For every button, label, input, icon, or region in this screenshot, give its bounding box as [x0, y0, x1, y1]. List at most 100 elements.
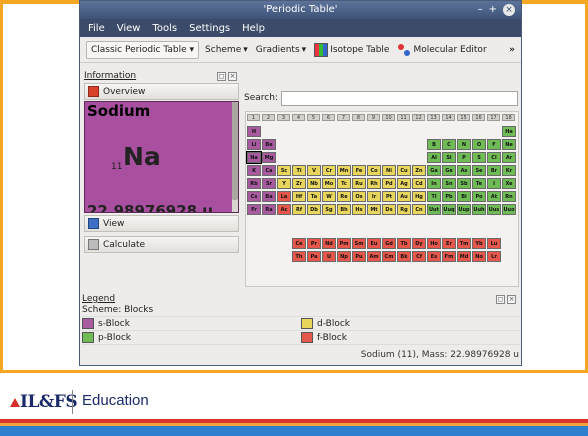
group-label[interactable]: 15: [457, 114, 470, 121]
menu-view[interactable]: View: [117, 23, 141, 34]
element-np[interactable]: Np: [337, 251, 351, 262]
element-ce[interactable]: Ce: [292, 238, 306, 249]
element-eu[interactable]: Eu: [367, 238, 381, 249]
element-pd[interactable]: Pd: [382, 178, 396, 189]
element-f[interactable]: F: [487, 139, 501, 150]
group-label[interactable]: 7: [337, 114, 350, 121]
calculate-button[interactable]: Calculate: [84, 236, 239, 253]
element-c[interactable]: C: [442, 139, 456, 150]
element-la[interactable]: La: [277, 191, 291, 202]
element-be[interactable]: Be: [262, 139, 276, 150]
element-uus[interactable]: Uus: [487, 204, 501, 215]
element-lu[interactable]: Lu: [487, 238, 501, 249]
element-rh[interactable]: Rh: [367, 178, 381, 189]
element-nb[interactable]: Nb: [307, 178, 321, 189]
element-no[interactable]: No: [472, 251, 486, 262]
minimize-button[interactable]: –: [478, 1, 483, 19]
element-sm[interactable]: Sm: [352, 238, 366, 249]
group-label[interactable]: 8: [352, 114, 365, 121]
group-label[interactable]: 13: [427, 114, 440, 121]
element-xe[interactable]: Xe: [502, 178, 516, 189]
group-label[interactable]: 16: [472, 114, 485, 121]
element-ir[interactable]: Ir: [367, 191, 381, 202]
element-bi[interactable]: Bi: [457, 191, 471, 202]
element-w[interactable]: W: [322, 191, 336, 202]
element-ar[interactable]: Ar: [502, 152, 516, 163]
group-label[interactable]: 3: [277, 114, 290, 121]
element-in[interactable]: In: [427, 178, 441, 189]
maximize-button[interactable]: +: [489, 1, 497, 19]
element-s[interactable]: S: [472, 152, 486, 163]
element-br[interactable]: Br: [487, 165, 501, 176]
element-pt[interactable]: Pt: [382, 191, 396, 202]
element-ba[interactable]: Ba: [262, 191, 276, 202]
element-sn[interactable]: Sn: [442, 178, 456, 189]
group-label[interactable]: 14: [442, 114, 455, 121]
group-label[interactable]: 1: [247, 114, 260, 121]
element-pu[interactable]: Pu: [352, 251, 366, 262]
element-os[interactable]: Os: [352, 191, 366, 202]
element-ru[interactable]: Ru: [352, 178, 366, 189]
scrollbar-thumb[interactable]: [232, 102, 238, 200]
element-ni[interactable]: Ni: [382, 165, 396, 176]
element-db[interactable]: Db: [307, 204, 321, 215]
element-ca[interactable]: Ca: [262, 165, 276, 176]
element-tl[interactable]: Tl: [427, 191, 441, 202]
element-rn[interactable]: Rn: [502, 191, 516, 202]
element-nd[interactable]: Nd: [322, 238, 336, 249]
element-ta[interactable]: Ta: [307, 191, 321, 202]
element-mn[interactable]: Mn: [337, 165, 351, 176]
element-uut[interactable]: Uut: [427, 204, 441, 215]
toolbar-overflow-button[interactable]: »: [509, 45, 515, 55]
close-icon[interactable]: ×: [507, 294, 516, 304]
element-uuo[interactable]: Uuo: [502, 204, 516, 215]
element-tb[interactable]: Tb: [397, 238, 411, 249]
element-se[interactable]: Se: [472, 165, 486, 176]
element-pb[interactable]: Pb: [442, 191, 456, 202]
element-te[interactable]: Te: [472, 178, 486, 189]
element-re[interactable]: Re: [337, 191, 351, 202]
close-button[interactable]: ×: [503, 4, 515, 16]
group-label[interactable]: 11: [397, 114, 410, 121]
element-b[interactable]: B: [427, 139, 441, 150]
element-zr[interactable]: Zr: [292, 178, 306, 189]
element-h[interactable]: H: [247, 126, 261, 137]
element-er[interactable]: Er: [442, 238, 456, 249]
element-uuq[interactable]: Uuq: [442, 204, 456, 215]
element-sb[interactable]: Sb: [457, 178, 471, 189]
element-o[interactable]: O: [472, 139, 486, 150]
group-label[interactable]: 6: [322, 114, 335, 121]
menu-help[interactable]: Help: [242, 23, 265, 34]
view-button[interactable]: View: [84, 215, 239, 232]
element-fm[interactable]: Fm: [442, 251, 456, 262]
element-am[interactable]: Am: [367, 251, 381, 262]
element-uuh[interactable]: Uuh: [472, 204, 486, 215]
element-rf[interactable]: Rf: [292, 204, 306, 215]
element-ds[interactable]: Ds: [382, 204, 396, 215]
element-zn[interactable]: Zn: [412, 165, 426, 176]
element-n[interactable]: N: [457, 139, 471, 150]
element-gd[interactable]: Gd: [382, 238, 396, 249]
float-icon[interactable]: ◻: [217, 71, 226, 81]
group-label[interactable]: 12: [412, 114, 425, 121]
element-ne[interactable]: Ne: [502, 139, 516, 150]
search-input[interactable]: [280, 90, 518, 106]
close-icon[interactable]: ×: [228, 71, 237, 81]
scheme-button[interactable]: Scheme ▾: [203, 45, 250, 55]
element-th[interactable]: Th: [292, 251, 306, 262]
element-bk[interactable]: Bk: [397, 251, 411, 262]
element-hg[interactable]: Hg: [412, 191, 426, 202]
table-type-select[interactable]: Classic Periodic Table ▾: [86, 40, 200, 59]
element-u[interactable]: U: [322, 251, 336, 262]
element-mg[interactable]: Mg: [262, 152, 276, 163]
element-i[interactable]: I: [487, 178, 501, 189]
group-label[interactable]: 17: [487, 114, 500, 121]
element-fr[interactable]: Fr: [247, 204, 261, 215]
element-es[interactable]: Es: [427, 251, 441, 262]
element-y[interactable]: Y: [277, 178, 291, 189]
element-uup[interactable]: Uup: [457, 204, 471, 215]
element-lr[interactable]: Lr: [487, 251, 501, 262]
element-pr[interactable]: Pr: [307, 238, 321, 249]
element-pa[interactable]: Pa: [307, 251, 321, 262]
element-au[interactable]: Au: [397, 191, 411, 202]
